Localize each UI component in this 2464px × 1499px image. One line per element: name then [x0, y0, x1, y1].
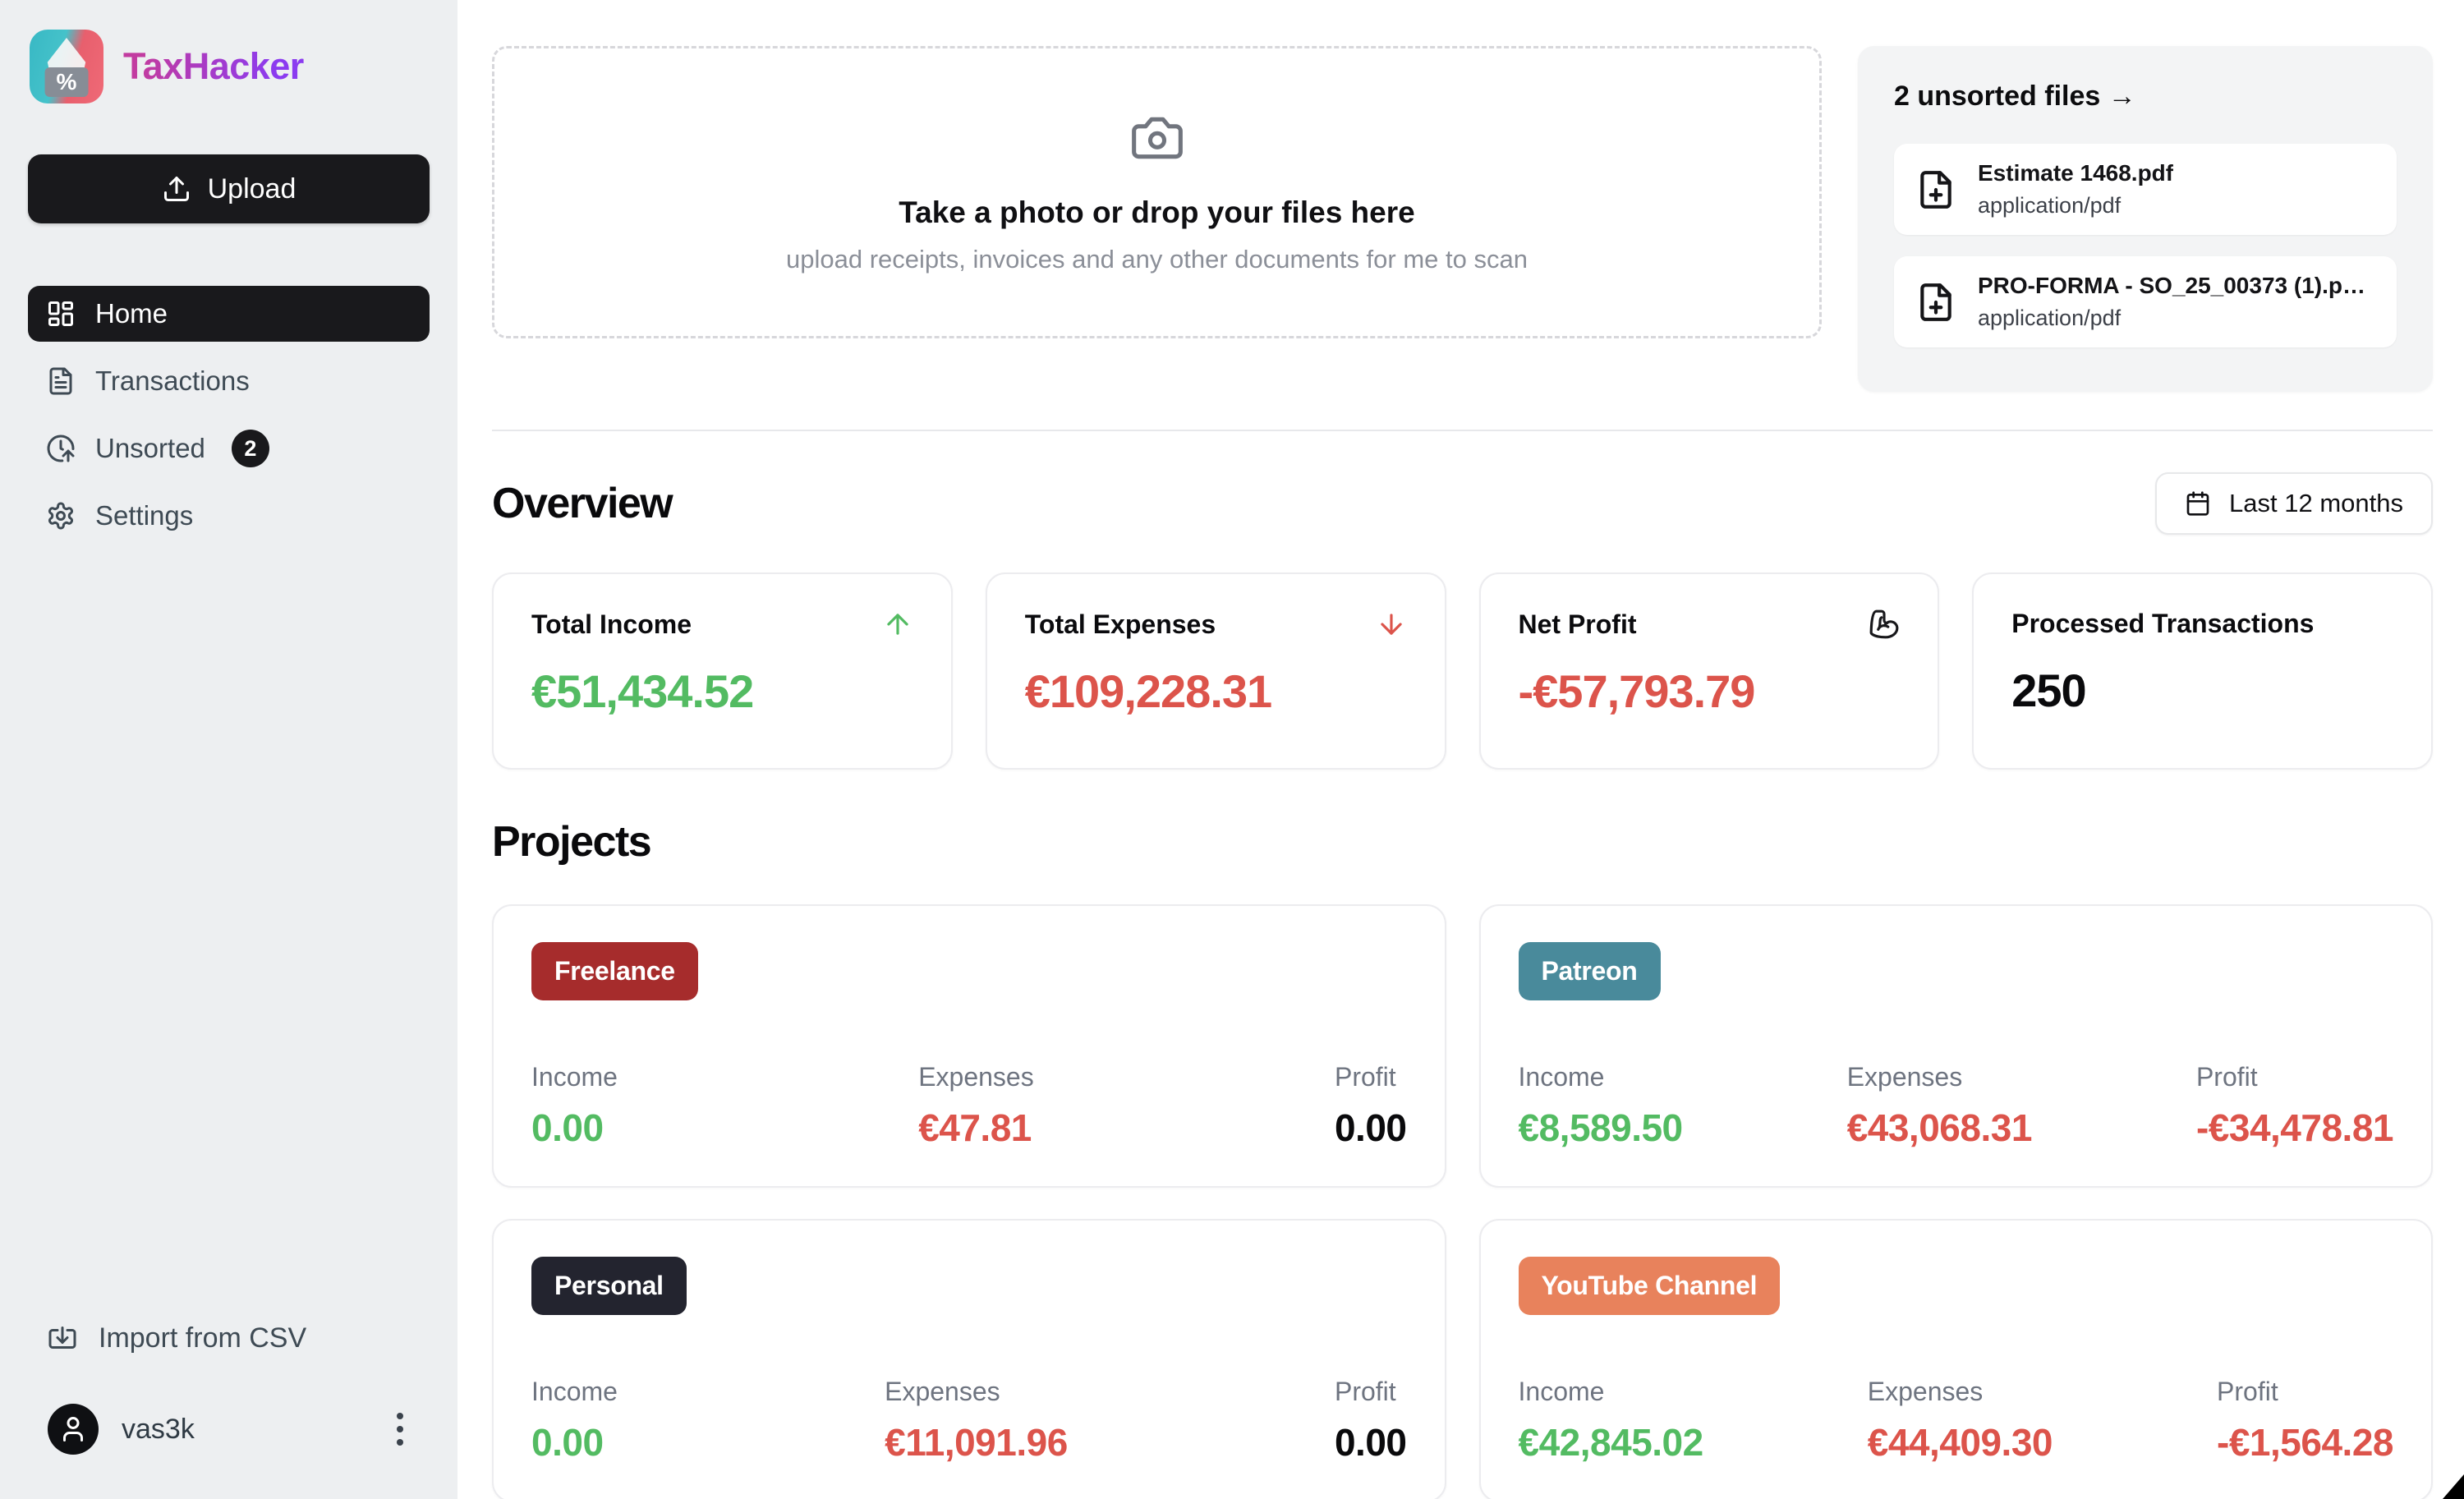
sidebar-item-transactions[interactable]: Transactions: [28, 353, 430, 409]
project-card-personal[interactable]: Personal Income 0.00 Expenses €11,091.96…: [492, 1219, 1446, 1499]
project-card-freelance[interactable]: Freelance Income 0.00 Expenses €47.81 Pr…: [492, 904, 1446, 1188]
sidebar-item-home[interactable]: Home: [28, 286, 430, 342]
sidebar-item-unsorted[interactable]: Unsorted 2: [28, 421, 430, 476]
stat-value: €109,228.31: [1024, 665, 1272, 717]
dashboard-icon: [48, 301, 73, 326]
arrow-down-icon: [1380, 614, 1402, 635]
overview-title: Overview: [492, 480, 673, 527]
project-expenses: Expenses €11,091.96: [885, 1377, 1068, 1464]
project-profit: Profit -€1,564.28: [2217, 1377, 2393, 1464]
upload-button-label: Upload: [207, 172, 297, 205]
project-profit: Profit 0.00: [1334, 1062, 1407, 1149]
arrow-up-icon: [887, 614, 908, 635]
file-text-icon: [49, 367, 72, 395]
unsorted-files-link[interactable]: 2 unsorted files →: [1894, 80, 2397, 113]
section-divider: [492, 430, 2433, 431]
app-title: TaxHacker: [123, 45, 304, 87]
sidebar-item-label: Settings: [95, 500, 194, 531]
main-content: Take a photo or drop your files here upl…: [457, 0, 2464, 1499]
project-expenses: Expenses €47.81: [918, 1062, 1034, 1149]
stat-card-net-profit: Net Profit -€57,793.79: [1478, 572, 1940, 770]
file-plus-icon: [1920, 283, 1951, 321]
stat-card-total-expenses: Total Expenses €109,228.31: [985, 572, 1446, 770]
user-row[interactable]: vas3k: [28, 1404, 430, 1455]
stat-label: Total Income: [531, 609, 692, 639]
stat-value: -€57,793.79: [1518, 665, 1756, 717]
projects-title: Projects: [492, 818, 652, 866]
dropzone-title: Take a photo or drop your files here: [899, 195, 1415, 229]
file-type: application/pdf: [1978, 193, 2122, 218]
file-name: Estimate 1468.pdf: [1978, 160, 2174, 186]
project-card-youtube-channel[interactable]: YouTube Channel Income €42,845.02 Expens…: [1478, 1219, 2433, 1499]
sidebar-nav: Home Transactions Unsorted 2 Settings: [28, 286, 430, 544]
calendar-icon: [2186, 491, 2209, 516]
upload-button[interactable]: Upload: [28, 154, 430, 223]
biceps-flexed-icon: [1869, 609, 1899, 639]
project-profit: Profit -€34,478.81: [2195, 1062, 2394, 1149]
import-from-csv-label: Import from CSV: [99, 1322, 307, 1354]
project-card-patreon[interactable]: Patreon Income €8,589.50 Expenses €43,06…: [1478, 904, 2433, 1188]
sidebar-item-label: Transactions: [95, 366, 250, 396]
sidebar: TaxHacker Upload Home Transactions Unsor…: [0, 0, 457, 1499]
unsorted-count-badge: 2: [231, 430, 269, 467]
date-range-label: Last 12 months: [2229, 489, 2403, 517]
sidebar-item-label: Home: [95, 298, 168, 329]
project-expenses: Expenses €43,068.31: [1846, 1062, 2033, 1149]
stat-card-processed-transactions: Processed Transactions 250: [1972, 572, 2433, 770]
project-badge: YouTube Channel: [1518, 1257, 1781, 1315]
unsorted-files-panel: 2 unsorted files → Estimate 1468.pdf app…: [1858, 46, 2433, 392]
user-name: vas3k: [122, 1413, 195, 1445]
project-badge: Patreon: [1518, 942, 1661, 1000]
project-expenses: Expenses €44,409.30: [1867, 1377, 2053, 1464]
overview-header: Overview Last 12 months: [492, 472, 2433, 535]
top-row: Take a photo or drop your files here upl…: [492, 46, 2433, 392]
gear-icon: [48, 502, 73, 530]
file-type: application/pdf: [1978, 306, 2122, 330]
stat-label: Net Profit: [1518, 609, 1637, 639]
project-badge: Personal: [531, 1257, 687, 1315]
project-profit: Profit 0.00: [1334, 1377, 1407, 1464]
file-plus-icon: [1920, 170, 1951, 209]
app-logo-icon: [30, 30, 103, 103]
project-income: Income €42,845.02: [1518, 1377, 1704, 1464]
date-range-button[interactable]: Last 12 months: [2155, 472, 2433, 535]
clock-arrow-up-icon: [47, 435, 75, 462]
overview-stats-row: Total Income €51,434.52 Total Expenses €…: [492, 572, 2433, 770]
stat-label: Total Expenses: [1024, 609, 1216, 639]
file-card[interactable]: PRO-FORMA - SO_25_00373 (1).p… applicati…: [1894, 256, 2397, 347]
file-name: PRO-FORMA - SO_25_00373 (1).p…: [1978, 273, 2365, 298]
project-income: Income 0.00: [531, 1062, 618, 1149]
app-logo-row: TaxHacker: [28, 30, 430, 103]
user-icon: [63, 1417, 83, 1442]
project-income: Income 0.00: [531, 1377, 618, 1464]
sidebar-item-label: Unsorted: [95, 433, 205, 463]
stat-value: 250: [2011, 664, 2086, 716]
stat-value: €51,434.52: [531, 665, 754, 717]
projects-grid: Freelance Income 0.00 Expenses €47.81 Pr…: [492, 904, 2433, 1499]
user-menu-kebab-icon[interactable]: [390, 1406, 410, 1452]
dropzone-subtitle: upload receipts, invoices and any other …: [786, 245, 1528, 274]
file-meta: Estimate 1468.pdf application/pdf: [1978, 160, 2173, 218]
file-card[interactable]: Estimate 1468.pdf application/pdf: [1894, 144, 2397, 235]
stat-card-total-income: Total Income €51,434.52: [492, 572, 953, 770]
file-meta: PRO-FORMA - SO_25_00373 (1).p… applicati…: [1978, 273, 2365, 331]
upload-icon: [163, 177, 189, 201]
camera-icon: [1131, 117, 1183, 159]
project-income: Income €8,589.50: [1518, 1062, 1684, 1149]
sidebar-item-settings[interactable]: Settings: [28, 488, 430, 544]
stat-label: Processed Transactions: [2011, 609, 2315, 638]
import-icon: [48, 1326, 76, 1349]
file-dropzone[interactable]: Take a photo or drop your files here upl…: [492, 46, 1822, 338]
avatar: [48, 1404, 99, 1455]
import-from-csv-button[interactable]: Import from CSV: [28, 1322, 430, 1354]
project-badge: Freelance: [531, 942, 698, 1000]
